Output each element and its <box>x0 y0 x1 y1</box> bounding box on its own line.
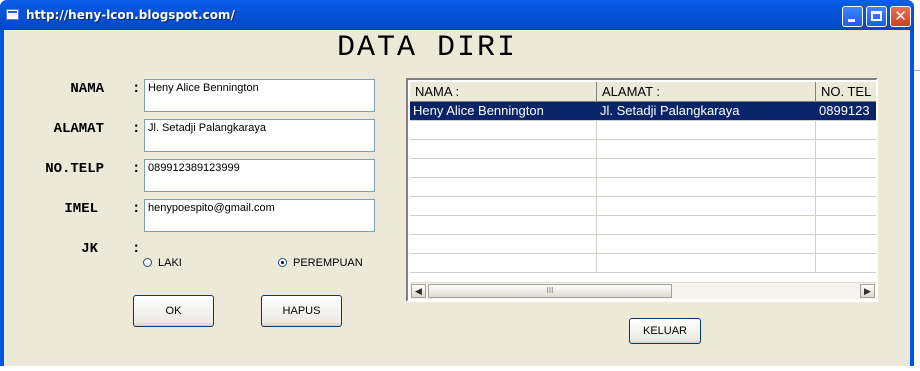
grid-empty-cell[interactable] <box>597 159 816 177</box>
alamat-label: ALAMAT <box>53 121 104 137</box>
keluar-button[interactable]: KELUAR <box>629 318 701 344</box>
form-client-area: DATA DIRI NAMA : Heny Alice Bennington A… <box>4 30 910 366</box>
grid-empty-cell[interactable] <box>597 121 816 139</box>
background-edge-line <box>914 70 920 101</box>
alamat-colon: : <box>132 121 141 137</box>
jk-colon: : <box>132 241 141 257</box>
radio-perempuan-label: PEREMPUAN <box>293 257 363 269</box>
scroll-right-button[interactable]: ▶ <box>860 284 875 298</box>
grid-empty-cell[interactable] <box>410 254 597 272</box>
grid-cell-nama[interactable]: Heny Alice Bennington <box>410 102 597 120</box>
horizontal-scrollbar[interactable]: ◀ III ▶ <box>410 282 876 299</box>
radio-laki[interactable]: LAKI <box>143 257 182 269</box>
nama-colon: : <box>132 81 141 97</box>
imel-label: IMEL <box>64 201 98 217</box>
alamat-field[interactable]: Jl. Setadji Palangkaraya <box>144 119 375 152</box>
background-edge <box>914 0 920 366</box>
imel-colon: : <box>132 201 141 217</box>
hapus-button[interactable]: HAPUS <box>261 295 342 327</box>
grid-empty-row[interactable] <box>410 159 876 178</box>
form-heading: DATA DIRI <box>336 31 518 65</box>
grid-empty-cell[interactable] <box>597 140 816 158</box>
grid-cell-notelp[interactable]: 0899123 <box>816 102 876 120</box>
grid-empty-cell[interactable] <box>410 178 597 196</box>
nama-field[interactable]: Heny Alice Bennington <box>144 79 375 112</box>
radio-laki-label: LAKI <box>158 257 182 269</box>
maximize-icon <box>871 11 882 21</box>
background-strip <box>0 366 920 371</box>
minimize-icon <box>848 19 855 22</box>
grid-empty-cell[interactable] <box>597 216 816 234</box>
grid-empty-cell[interactable] <box>597 178 816 196</box>
window-title: http://heny-lcon.blogspot.com/ <box>26 8 235 22</box>
grid-empty-cell[interactable] <box>410 197 597 215</box>
scroll-left-button[interactable]: ◀ <box>411 284 426 298</box>
grid-empty-row[interactable] <box>410 178 876 197</box>
maximize-button[interactable] <box>866 6 887 27</box>
grid-empty-cell[interactable] <box>410 235 597 253</box>
notelp-label: NO.TELP <box>45 161 104 177</box>
grid-empty-cell[interactable] <box>597 197 816 215</box>
close-button[interactable]: ✕ <box>890 6 911 27</box>
grid-empty-cell[interactable] <box>410 140 597 158</box>
grid-empty-row[interactable] <box>410 197 876 216</box>
nama-label: NAMA <box>70 81 104 97</box>
close-icon: ✕ <box>894 7 907 25</box>
imel-field[interactable]: henypoespito@gmail.com <box>144 199 375 232</box>
grid-empty-row[interactable] <box>410 140 876 159</box>
grid-header-alamat[interactable]: ALAMAT : <box>597 82 816 102</box>
app-icon <box>6 9 19 20</box>
grid-empty-cell[interactable] <box>597 235 816 253</box>
grid-empty-cell[interactable] <box>597 254 816 272</box>
radio-laki-circle[interactable] <box>143 258 152 267</box>
grid-empty-cell[interactable] <box>410 159 597 177</box>
grid-empty-cell[interactable] <box>410 121 597 139</box>
scrollbar-thumb[interactable]: III <box>428 284 672 298</box>
data-grid[interactable]: NAMA : ALAMAT : NO. TEL Heny Alice Benni… <box>406 78 878 302</box>
grid-header-notelp[interactable]: NO. TEL <box>816 82 876 102</box>
arrow-left-icon: ◀ <box>415 286 422 296</box>
radio-perempuan-circle[interactable] <box>278 258 287 267</box>
grid-empty-row[interactable] <box>410 254 876 273</box>
minimize-button[interactable] <box>842 6 863 27</box>
ok-button[interactable]: OK <box>133 295 214 327</box>
arrow-right-icon: ▶ <box>864 286 871 296</box>
radio-perempuan[interactable]: PEREMPUAN <box>278 257 363 269</box>
grid-cell-alamat[interactable]: Jl. Setadji Palangkaraya <box>597 102 816 120</box>
title-bar[interactable]: http://heny-lcon.blogspot.com/ ✕ <box>0 0 914 30</box>
grid-header-nama[interactable]: NAMA : <box>410 82 597 102</box>
grid-empty-row[interactable] <box>410 216 876 235</box>
app-window: http://heny-lcon.blogspot.com/ ✕ DATA DI… <box>0 0 914 366</box>
grid-empty-cell[interactable] <box>410 216 597 234</box>
notelp-field[interactable]: 089912389123999 <box>144 159 375 192</box>
grid-row[interactable]: Heny Alice Bennington Jl. Setadji Palang… <box>410 102 876 121</box>
grid-empty-row[interactable] <box>410 121 876 140</box>
notelp-colon: : <box>132 161 141 177</box>
grid-empty-row[interactable] <box>410 235 876 254</box>
jk-label: JK <box>81 241 98 257</box>
